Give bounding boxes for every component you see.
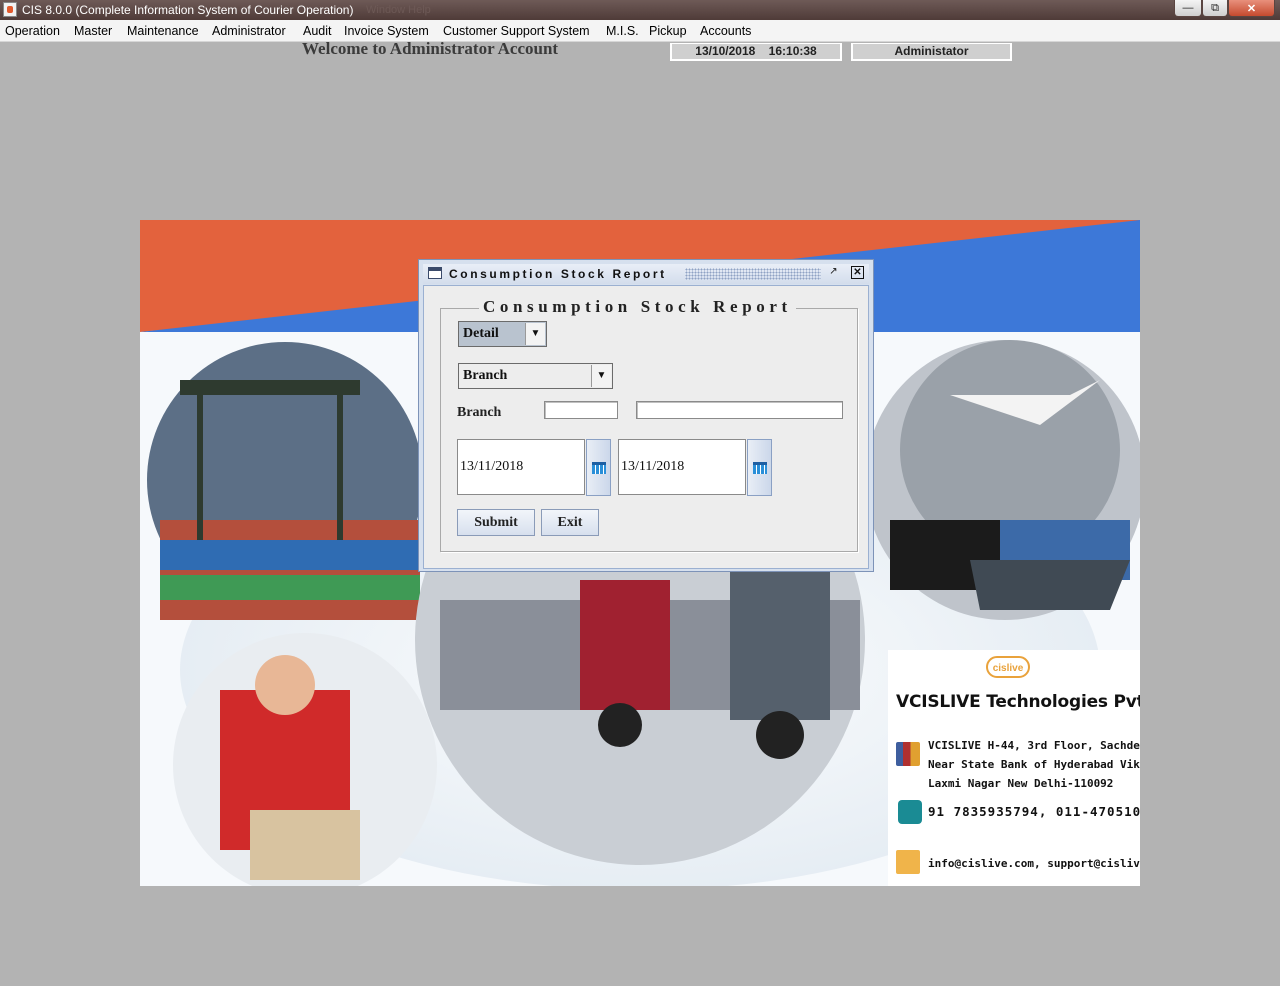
- globe-logistics-photo: [865, 340, 1140, 620]
- menu-administrator[interactable]: Administrator: [212, 24, 286, 38]
- address-line: Laxmi Nagar New Delhi-110092: [928, 777, 1114, 790]
- company-email: info@cislive.com, support@cislive.com: [928, 857, 1140, 870]
- chevron-down-icon[interactable]: ▼: [525, 323, 545, 345]
- menu-pickup[interactable]: Pickup: [649, 24, 687, 38]
- window-title: CIS 8.0.0 (Complete Information System o…: [22, 3, 354, 17]
- report-type-select[interactable]: Detail ▼: [458, 321, 547, 347]
- menu-customer-support[interactable]: Customer Support System: [443, 24, 590, 38]
- titlebar-grip: [685, 268, 821, 280]
- company-phone: 91 7835935794, 011-47051019: [928, 804, 1140, 819]
- dialog-title: Consumption Stock Report: [449, 267, 667, 281]
- dialog-titlebar[interactable]: Consumption Stock Report ↗ ✕: [423, 264, 869, 284]
- company-logo: cislive: [986, 656, 1030, 678]
- to-date-calendar-button[interactable]: [747, 439, 772, 496]
- menu-mis[interactable]: M.I.S.: [606, 24, 639, 38]
- submit-button[interactable]: Submit: [457, 509, 535, 536]
- window-titlebar: CIS 8.0.0 (Complete Information System o…: [0, 0, 1280, 20]
- user-display: Administator: [851, 43, 1012, 61]
- hidden-menu-text: Window Help: [366, 4, 431, 16]
- to-date-field[interactable]: 13/11/2018: [618, 439, 746, 495]
- menu-audit[interactable]: Audit: [303, 24, 332, 38]
- address-line: Near State Bank of Hyderabad Vikas Marg,: [928, 758, 1140, 771]
- dialog-body: Consumption Stock Report Detail ▼ Branch…: [423, 285, 869, 569]
- port-cranes-photo: [147, 342, 423, 620]
- email-icon: [896, 850, 920, 874]
- current-time: 16:10:38: [768, 44, 817, 58]
- menu-operation[interactable]: Operation: [5, 24, 60, 38]
- menu-master[interactable]: Master: [74, 24, 112, 38]
- group-by-select[interactable]: Branch ▼: [458, 363, 613, 389]
- chevron-down-icon[interactable]: ▼: [591, 365, 611, 387]
- phone-icon: [898, 800, 922, 824]
- from-date-field[interactable]: 13/11/2018: [457, 439, 585, 495]
- restore-icon: ⧉: [1211, 1, 1219, 14]
- dialog-close-button[interactable]: ✕: [851, 266, 864, 279]
- consumption-stock-report-dialog: Consumption Stock Report ↗ ✕ Consumption…: [418, 259, 874, 572]
- close-window-button[interactable]: ✕: [1228, 0, 1275, 17]
- datetime-display: 13/10/2018 16:10:38: [670, 43, 842, 61]
- window-icon: [428, 267, 442, 279]
- java-app-icon: [3, 2, 17, 17]
- menu-maintenance[interactable]: Maintenance: [127, 24, 199, 38]
- report-type-value: Detail: [463, 326, 499, 341]
- branch-code-input[interactable]: [544, 401, 618, 419]
- menu-invoice-system[interactable]: Invoice System: [344, 24, 429, 38]
- calendar-icon: [753, 462, 767, 474]
- dialog-restore-button[interactable]: ↗: [827, 266, 840, 279]
- branch-label: Branch: [457, 405, 502, 420]
- minimize-button[interactable]: —: [1174, 0, 1202, 17]
- welcome-heading: Welcome to Administrator Account: [302, 39, 559, 58]
- menu-accounts[interactable]: Accounts: [700, 24, 751, 38]
- calendar-icon: [592, 462, 606, 474]
- menu-bar: Operation Master Maintenance Administrat…: [0, 20, 1280, 42]
- close-icon: ✕: [1246, 2, 1257, 15]
- group-by-value: Branch: [463, 368, 508, 383]
- from-date-calendar-button[interactable]: [586, 439, 611, 496]
- company-address: VCISLIVE H-44, 3rd Floor, Sachdeva Niwas…: [928, 736, 1140, 793]
- from-date-value: 13/11/2018: [460, 459, 524, 474]
- delivery-man-photo: [173, 633, 437, 886]
- fieldset-legend: Consumption Stock Report: [479, 297, 796, 317]
- maximize-button[interactable]: ⧉: [1202, 0, 1228, 17]
- current-date: 13/10/2018: [695, 44, 756, 58]
- address-book-icon: [896, 742, 920, 766]
- exit-button[interactable]: Exit: [541, 509, 599, 536]
- company-name: VCISLIVE Technologies Pvt Ltd: [896, 692, 1140, 712]
- report-fieldset: Consumption Stock Report Detail ▼ Branch…: [440, 297, 858, 552]
- address-line: VCISLIVE H-44, 3rd Floor, Sachdeva Niwas: [928, 739, 1140, 752]
- branch-name-input[interactable]: [636, 401, 843, 419]
- minimize-icon: —: [1182, 2, 1194, 14]
- to-date-value: 13/11/2018: [621, 459, 685, 474]
